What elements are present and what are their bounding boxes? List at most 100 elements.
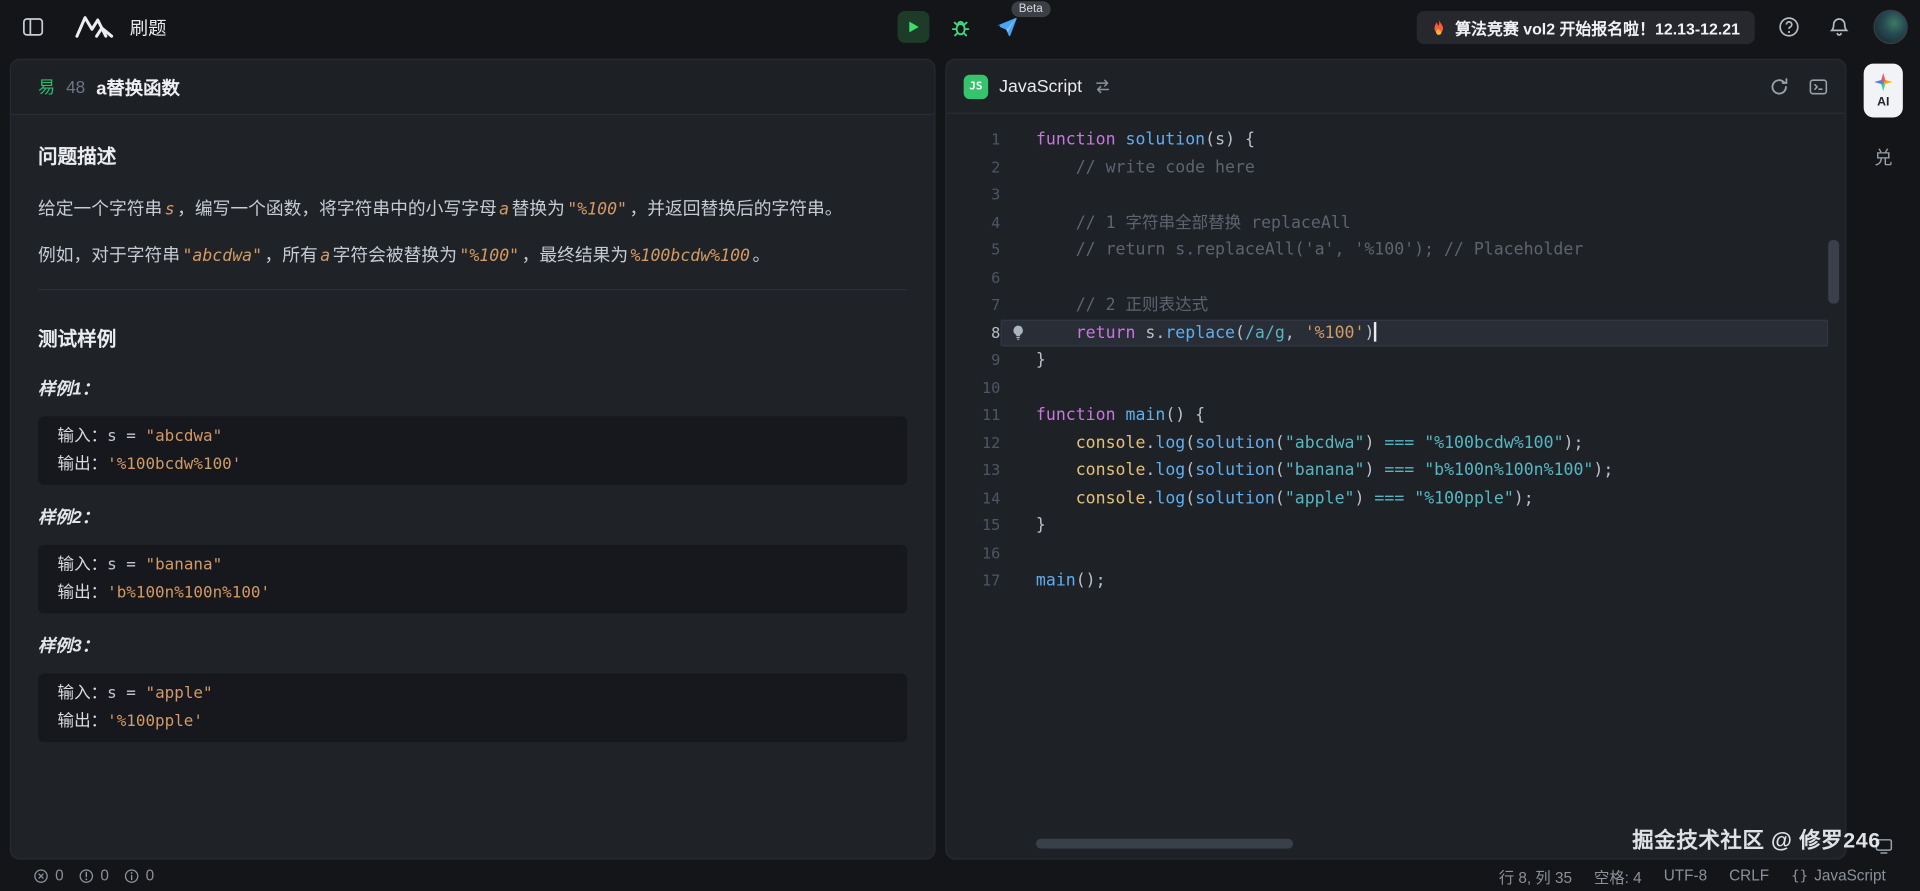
status-item[interactable]: CRLF bbox=[1729, 867, 1769, 884]
fire-icon bbox=[1432, 18, 1447, 36]
text-segment: 替换为 bbox=[512, 200, 565, 220]
redeem-icon[interactable]: 兑 bbox=[1874, 144, 1892, 170]
description-heading: 问题描述 bbox=[38, 140, 907, 169]
javascript-logo-icon: JS bbox=[964, 74, 988, 98]
run-tests-button[interactable] bbox=[944, 11, 976, 43]
sample-input: 输入：s = "banana" bbox=[58, 551, 888, 579]
run-code-button[interactable] bbox=[898, 11, 930, 43]
code-line[interactable]: 12 console.log(solution("abcdwa") === "%… bbox=[947, 429, 1846, 457]
code-line[interactable]: 9} bbox=[947, 347, 1846, 375]
app-logo-icon[interactable] bbox=[73, 12, 115, 41]
sample-label: 样例3： bbox=[38, 633, 907, 657]
errors-indicator[interactable]: 0 bbox=[33, 867, 64, 884]
code-line[interactable]: 16 bbox=[947, 539, 1846, 567]
reset-code-icon[interactable] bbox=[1769, 77, 1789, 97]
sample-label: 样例1： bbox=[38, 376, 907, 400]
paper-plane-icon bbox=[994, 15, 1018, 39]
code-line[interactable]: 6 bbox=[947, 264, 1846, 292]
sample-output-label: 输出： bbox=[58, 451, 108, 478]
inline-code: %100bcdw%100 bbox=[628, 246, 752, 266]
code-line[interactable]: 3 bbox=[947, 181, 1846, 209]
sample-block: 输入：s = "abcdwa"输出：'%100bcdw%100' bbox=[38, 416, 907, 485]
topbar-left: 刷题 bbox=[17, 11, 166, 43]
language-switch-icon[interactable] bbox=[1093, 77, 1111, 95]
code-line[interactable]: 17main(); bbox=[947, 567, 1846, 595]
code-line[interactable]: 2 // write code here bbox=[947, 154, 1846, 182]
line-number: 9 bbox=[947, 347, 1001, 375]
right-rail: AI 兑 bbox=[1856, 59, 1910, 860]
sample-input-label: 输入： bbox=[58, 551, 108, 578]
bug-icon bbox=[950, 17, 971, 38]
status-item[interactable]: 行 8, 列 35 bbox=[1499, 864, 1572, 887]
vertical-scrollbar[interactable] bbox=[1828, 240, 1839, 304]
user-avatar[interactable] bbox=[1873, 10, 1907, 44]
code-line[interactable]: 11function main() { bbox=[947, 402, 1846, 430]
text-segment: ，编写一个函数，将字符串中的小写字母 bbox=[177, 200, 497, 220]
statusbar: 0 0 0 行 8, 列 35 空格: 4 UTF-8 CRLF {} JavaScr… bbox=[0, 860, 1920, 891]
difficulty-badge: 易 bbox=[38, 75, 55, 99]
app-title: 刷题 bbox=[130, 14, 167, 40]
text-segment: 字符会被替换为 bbox=[333, 246, 457, 266]
inline-code: "%100" bbox=[457, 246, 522, 266]
topbar-right: 算法竞赛 vol2 开始报名啦！12.13-12.21 bbox=[1417, 10, 1908, 44]
contest-banner[interactable]: 算法竞赛 vol2 开始报名啦！12.13-12.21 bbox=[1417, 10, 1755, 43]
inline-code: "abcdwa" bbox=[180, 246, 265, 266]
samples-list: 样例1：输入：s = "abcdwa"输出：'%100bcdw%100'样例2：… bbox=[38, 376, 907, 742]
status-item[interactable]: UTF-8 bbox=[1664, 867, 1707, 884]
line-number: 10 bbox=[947, 374, 1001, 402]
language-mode[interactable]: {} JavaScript bbox=[1791, 867, 1886, 884]
help-icon[interactable] bbox=[1773, 11, 1805, 43]
line-number: 11 bbox=[947, 402, 1001, 430]
sample-block: 输入：s = "apple"输出：'%100pple' bbox=[38, 673, 907, 742]
inline-code: "%100" bbox=[565, 200, 630, 220]
contest-banner-text: 算法竞赛 vol2 开始报名啦！12.13-12.21 bbox=[1455, 15, 1740, 38]
inline-code: s bbox=[162, 200, 177, 220]
line-number: 14 bbox=[947, 484, 1001, 512]
statusbar-right: 行 8, 列 35 空格: 4 UTF-8 CRLF {} JavaScript bbox=[1499, 864, 1886, 887]
language-label: JavaScript bbox=[999, 77, 1082, 97]
ai-assistant-button[interactable]: AI bbox=[1864, 64, 1903, 118]
code-line[interactable]: 7 // 2 正则表达式 bbox=[947, 291, 1846, 319]
code-line[interactable]: 10 bbox=[947, 374, 1846, 402]
line-number: 1 bbox=[947, 126, 1001, 154]
sidebar-toggle-button[interactable] bbox=[17, 11, 49, 43]
line-number: 7 bbox=[947, 291, 1001, 319]
code-line[interactable]: 13 console.log(solution("banana") === "b… bbox=[947, 457, 1846, 485]
bottom-panel-icon[interactable] bbox=[1874, 838, 1892, 855]
editor-panel: JS JavaScript 1function solution(s) {2 /… bbox=[945, 59, 1846, 860]
samples-heading: 测试样例 bbox=[38, 322, 907, 351]
main-area: 易 48 a替换函数 问题描述 给定一个字符串s，编写一个函数，将字符串中的小写… bbox=[10, 59, 1910, 860]
infos-indicator[interactable]: 0 bbox=[124, 867, 155, 884]
horizontal-scrollbar[interactable] bbox=[1036, 839, 1293, 849]
text-segment: ，并返回替换后的字符串。 bbox=[629, 200, 842, 220]
share-wrap: Beta bbox=[991, 11, 1023, 43]
code-line[interactable]: 8 return s.replace(/a/g, '%100') bbox=[947, 319, 1846, 347]
quickfix-lightbulb-icon[interactable] bbox=[1010, 325, 1026, 341]
sample-input-value: s = "apple" bbox=[107, 681, 212, 708]
warnings-indicator[interactable]: 0 bbox=[78, 867, 109, 884]
code-line[interactable]: 5 // return s.replaceAll('a', '%100'); /… bbox=[947, 236, 1846, 264]
line-number: 17 bbox=[947, 567, 1001, 595]
editor-header: JS JavaScript bbox=[947, 60, 1846, 114]
sample-input: 输入：s = "abcdwa" bbox=[58, 422, 888, 450]
inline-code: a bbox=[497, 200, 512, 220]
play-icon bbox=[906, 20, 921, 35]
code-line[interactable]: 4 // 1 字符串全部替换 replaceAll bbox=[947, 209, 1846, 237]
sample-output: 输出：'b%100n%100n%100' bbox=[58, 579, 888, 607]
problem-title: a替换函数 bbox=[96, 74, 180, 100]
sample-input-label: 输入： bbox=[58, 680, 108, 707]
problem-number: 48 bbox=[66, 77, 85, 97]
problem-body: 问题描述 给定一个字符串s，编写一个函数，将字符串中的小写字母a替换为"%100… bbox=[11, 115, 934, 742]
line-number: 5 bbox=[947, 236, 1001, 264]
line-number: 4 bbox=[947, 209, 1001, 237]
status-item[interactable]: 空格: 4 bbox=[1594, 864, 1642, 887]
layout-switch-icon[interactable] bbox=[1809, 77, 1829, 97]
code-line[interactable]: 15} bbox=[947, 512, 1846, 540]
code-line[interactable]: 14 console.log(solution("apple") === "%1… bbox=[947, 484, 1846, 512]
code-editor[interactable]: 1function solution(s) {2 // write code h… bbox=[947, 114, 1846, 595]
beta-badge: Beta bbox=[1011, 1, 1050, 17]
info-icon bbox=[124, 868, 140, 884]
notifications-bell-icon[interactable] bbox=[1823, 11, 1855, 43]
topbar: 刷题 Beta 算法竞赛 vol2 开始报名啦！12.13-12.21 bbox=[0, 0, 1920, 54]
code-line[interactable]: 1function solution(s) { bbox=[947, 126, 1846, 154]
